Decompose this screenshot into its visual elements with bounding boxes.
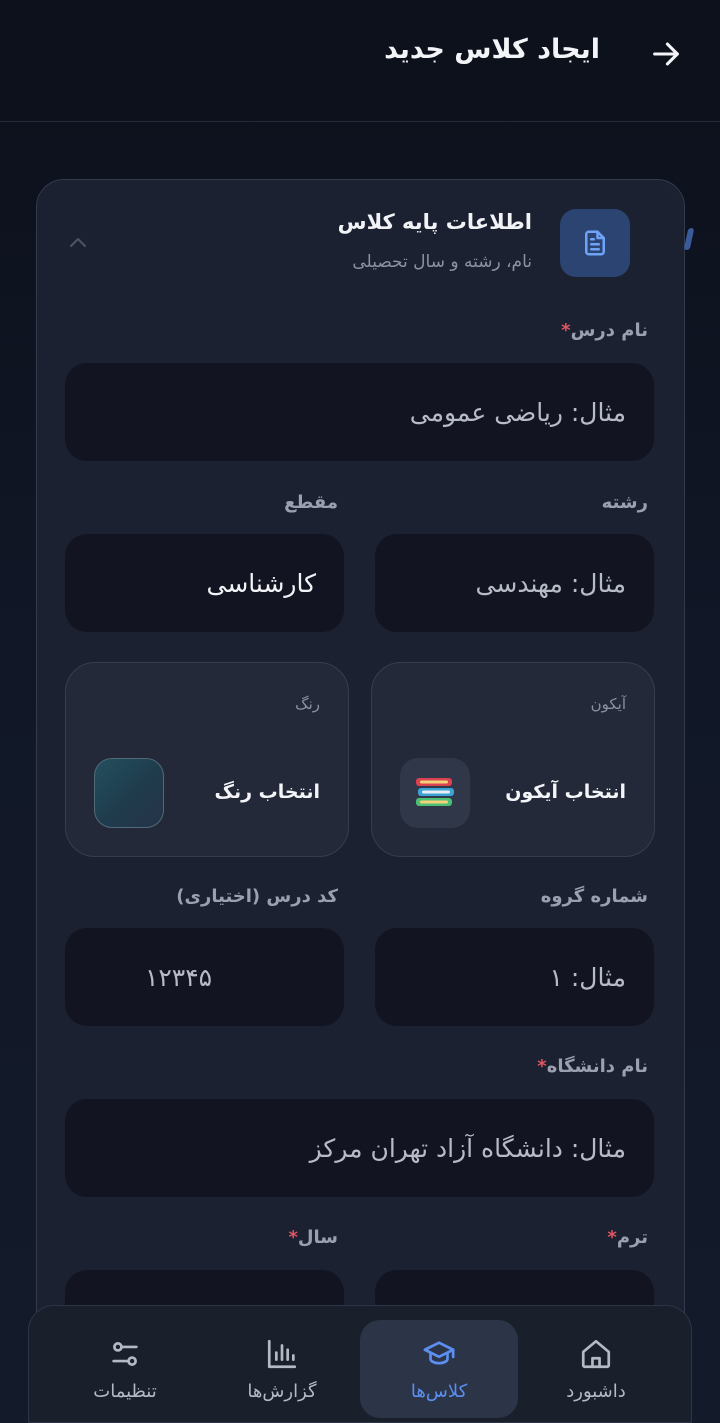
- color-picker-label: رنگ: [295, 695, 320, 713]
- section-title: اطلاعات پایه کلاس: [337, 210, 532, 234]
- term-label: ترم*: [607, 1227, 648, 1248]
- course-name-label: نام درس*: [561, 320, 648, 341]
- university-input[interactable]: مثال: دانشگاه آزاد تهران مرکز: [65, 1099, 654, 1197]
- nav-classes-label: کلاس‌ها: [410, 1380, 468, 1402]
- nav-settings-label: تنظیمات: [93, 1380, 157, 1402]
- nav-dashboard[interactable]: داشبورد: [517, 1320, 675, 1418]
- term-select[interactable]: [375, 1270, 654, 1310]
- section-accent: [683, 228, 695, 250]
- nav-reports[interactable]: گزارش‌ها: [203, 1320, 361, 1418]
- sliders-icon: [112, 1341, 138, 1366]
- nav-dashboard-label: داشبورد: [566, 1380, 626, 1402]
- major-input[interactable]: مثال: مهندسی: [375, 534, 654, 632]
- university-label: نام دانشگاه*: [537, 1056, 648, 1077]
- document-icon: [585, 230, 605, 256]
- selected-color-swatch: [94, 758, 164, 828]
- nav-settings[interactable]: تنظیمات: [46, 1320, 204, 1418]
- group-number-label: شماره گروه: [540, 886, 648, 907]
- year-label: سال*: [288, 1227, 339, 1248]
- selected-icon-box: [400, 758, 470, 828]
- section-subtitle: نام، رشته و سال تحصیلی: [352, 252, 532, 272]
- level-select[interactable]: کارشناسی: [65, 534, 344, 632]
- books-icon: [416, 778, 454, 806]
- course-name-input[interactable]: مثال: ریاضی عمومی: [65, 363, 654, 461]
- arrow-right-icon: [653, 42, 679, 66]
- back-button[interactable]: [648, 36, 684, 72]
- nav-classes[interactable]: کلاس‌ها: [360, 1320, 518, 1418]
- bottom-navigation: داشبورد کلاس‌ها گزارش‌ها تنظیمات: [28, 1305, 692, 1423]
- major-label: رشته: [601, 492, 648, 513]
- course-code-input[interactable]: ۱۲۳۴۵: [65, 928, 344, 1026]
- graduation-cap-icon: [423, 1340, 455, 1365]
- color-picker-tile[interactable]: رنگ انتخاب رنگ: [65, 662, 349, 857]
- bar-chart-icon: [267, 1339, 297, 1368]
- collapse-section-button[interactable]: [66, 232, 90, 252]
- icon-picker-label: آیکون: [590, 695, 626, 713]
- year-select[interactable]: [65, 1270, 344, 1310]
- icon-picker-action: انتخاب آیکون: [505, 781, 626, 803]
- page-title: ایجاد کلاس جدید: [384, 34, 600, 65]
- nav-reports-label: گزارش‌ها: [247, 1380, 317, 1402]
- chevron-up-icon: [70, 238, 86, 247]
- group-number-input[interactable]: مثال: ۱: [375, 928, 654, 1026]
- icon-picker-tile[interactable]: آیکون انتخاب آیکون: [371, 662, 655, 857]
- home-icon: [581, 1339, 611, 1368]
- app-header: ایجاد کلاس جدید: [0, 0, 720, 122]
- color-picker-action: انتخاب رنگ: [214, 781, 320, 803]
- level-label: مقطع: [284, 492, 338, 513]
- course-code-label: کد درس (اختیاری): [176, 886, 338, 907]
- section-icon-box: [560, 209, 630, 277]
